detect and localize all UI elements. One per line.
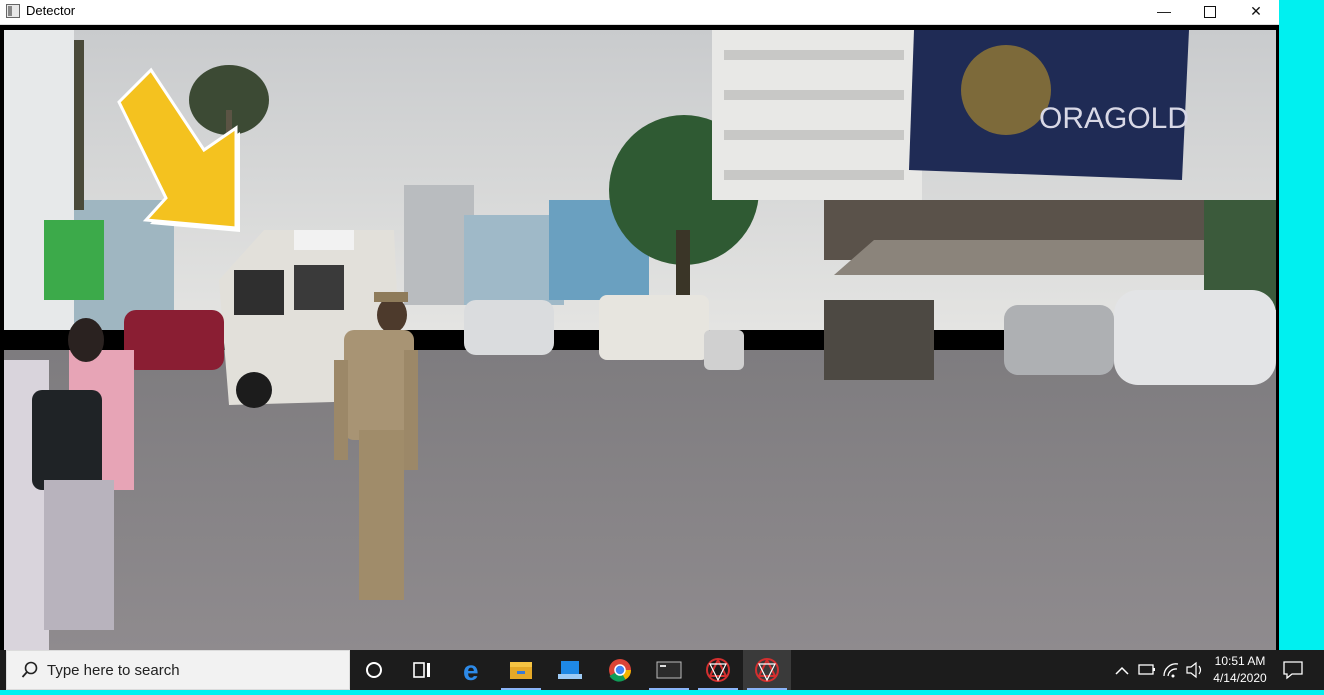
video-frame: ORAGOLD [0,25,1279,650]
network-tray[interactable] [1160,650,1182,690]
minimize-button[interactable]: — [1141,0,1187,24]
close-icon: ✕ [1250,3,1262,19]
search-icon [21,661,38,678]
detector-window: Detector — ✕ ORAGOLD [0,0,1279,650]
battery-icon [1138,664,1155,675]
wifi-icon [1163,663,1179,678]
remote-desktop-button[interactable] [546,650,594,690]
app-icon [6,4,20,18]
terminal-button[interactable] [645,650,693,690]
title-bar[interactable]: Detector — ✕ [0,0,1279,25]
search-placeholder: Type here to search [47,662,180,679]
cortana-icon [366,662,382,678]
chrome-icon [609,659,631,682]
detector-app-icon [706,657,730,682]
taskbar-clock[interactable]: 10:51 AM 4/14/2020 [1200,653,1280,687]
detector-app-button-1[interactable] [694,650,742,690]
edge-icon: e [463,655,479,686]
file-explorer-icon [510,662,532,679]
notification-icon [1283,661,1303,680]
billboard-text: ORAGOLD [1039,102,1189,135]
edge-button[interactable]: e [449,650,497,690]
chrome-button[interactable] [596,650,644,690]
terminal-icon [656,661,682,679]
file-explorer-button[interactable] [497,650,545,690]
clock-date: 4/14/2020 [1213,671,1267,685]
battery-tray[interactable] [1136,650,1158,690]
detector-app-icon [755,657,779,682]
close-button[interactable]: ✕ [1233,0,1279,24]
show-hidden-icons-button[interactable] [1112,650,1132,690]
maximize-icon [1204,6,1216,18]
svg-text:e: e [463,655,479,686]
maximize-button[interactable] [1187,0,1233,24]
detector-app-button-2[interactable] [743,650,791,690]
minimize-icon: — [1157,3,1171,19]
window-title: Detector [26,3,76,18]
street-scene: ORAGOLD [4,30,1276,650]
remote-desktop-icon [558,661,582,679]
clock-time: 10:51 AM [1214,654,1266,668]
task-view-icon [413,662,430,678]
task-view-button[interactable] [398,650,446,690]
action-center-button[interactable] [1278,650,1308,690]
taskbar: Type here to search e 10:51 AM 4/14/2020 [0,650,1324,690]
taskbar-search-box[interactable]: Type here to search [6,650,350,690]
cortana-button[interactable] [350,650,398,690]
chevron-up-icon [1115,666,1129,675]
